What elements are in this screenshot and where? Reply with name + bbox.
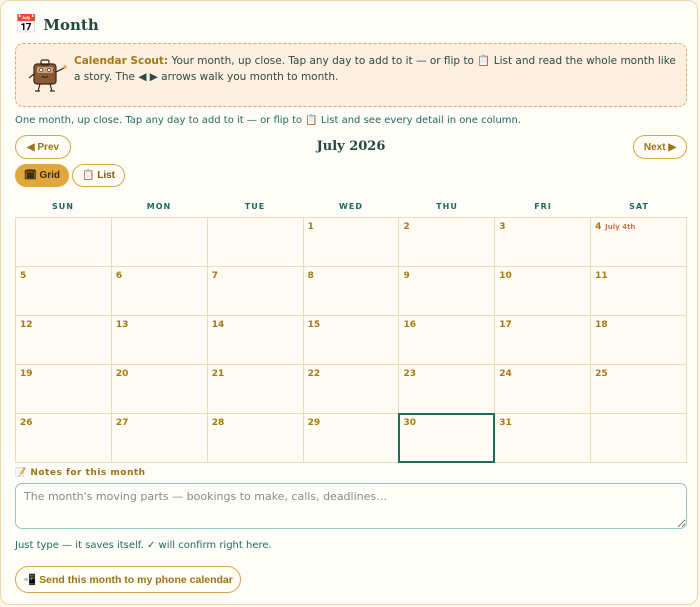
calendar-day-cell[interactable]: 30: [398, 413, 496, 463]
grid-view-button[interactable]: 🗓 Grid: [15, 164, 69, 187]
calendar-day-cell[interactable]: 26: [16, 414, 112, 463]
notes-hint: Just type — it saves itself. ✓ will conf…: [15, 540, 272, 551]
calendar-day-cell[interactable]: 22: [303, 365, 400, 414]
calendar-week-row: 19 20 21 22 23 24 25: [16, 365, 688, 414]
day-number: 23: [403, 369, 416, 379]
calendar-scout-tip: Calendar Scout: Your month, up close. Ta…: [15, 43, 687, 107]
day-number: 15: [307, 320, 321, 330]
calendar-day-cell[interactable]: 3: [495, 218, 592, 267]
day-of-week-label: THU: [436, 202, 458, 211]
page-title-text: Month: [43, 16, 99, 34]
day-number: 3: [499, 222, 506, 232]
month-panel: 📅 Month Calendar Scout: Your month, up c…: [0, 0, 698, 605]
day-number: 7: [211, 271, 218, 281]
day-number: 8: [307, 271, 314, 281]
calendar-day-cell[interactable]: 21: [207, 365, 304, 414]
day-number: 20: [115, 369, 129, 379]
next-month-button[interactable]: Next ▶: [633, 135, 687, 159]
day-of-week-label: WED: [339, 202, 363, 211]
calendar-day-cell[interactable]: 8: [303, 267, 400, 316]
list-view-button[interactable]: 📋 List: [72, 164, 125, 187]
day-number: 21: [211, 369, 225, 379]
day-number: 27: [115, 418, 129, 428]
day-of-week-label: FRI: [534, 202, 552, 211]
day-number: 19: [20, 369, 33, 379]
calendar-week-row: 26 27 28 29 30 31: [16, 413, 688, 463]
calendar-day-cell[interactable]: 7: [207, 267, 304, 316]
day-number: 4: [595, 222, 602, 232]
day-number: 30: [403, 418, 416, 428]
scout-message: Calendar Scout: Your month, up close. Ta…: [74, 53, 678, 85]
day-number: 10: [499, 271, 512, 281]
day-number: 24: [499, 369, 512, 379]
day-number: 13: [115, 320, 129, 330]
day-number: 11: [595, 271, 608, 281]
calendar-day-cell[interactable]: 15: [303, 316, 400, 365]
calendar-day-cell[interactable]: 10: [495, 267, 592, 316]
intro-text: One month, up close. Tap any day to add …: [15, 115, 522, 126]
day-event-label: July 4th: [605, 223, 636, 231]
day-of-week-label: MON: [146, 202, 172, 211]
calendar-day-cell[interactable]: 2: [399, 218, 496, 267]
calendar-day-cell[interactable]: 20: [111, 365, 208, 414]
calendar-day-cell[interactable]: 16: [399, 316, 496, 365]
page-title: 📅 Month: [15, 15, 99, 35]
calendar-day-cell[interactable]: 6: [111, 267, 208, 316]
calendar-day-cell[interactable]: 11: [591, 267, 688, 316]
calendar-day-cell[interactable]: 27: [111, 414, 208, 463]
day-number: 2: [403, 222, 410, 232]
calendar-week-row: 1 2 3 4 July 4th: [16, 218, 688, 267]
calendar-day-cell[interactable]: 25: [591, 365, 688, 414]
calendar-day-cell[interactable]: 5: [16, 267, 112, 316]
scout-name: Calendar Scout:: [74, 55, 169, 67]
suitcase-mascot-icon: [28, 59, 67, 92]
month-label: July 2026: [316, 139, 386, 154]
month-notes-input[interactable]: [15, 483, 687, 529]
calendar-day-cell[interactable]: 1: [303, 218, 400, 267]
day-number: 9: [403, 271, 410, 281]
calendar-empty-cell: [591, 414, 688, 463]
calendar-day-cell[interactable]: 13: [111, 316, 208, 365]
day-number: 6: [115, 271, 123, 281]
calendar-empty-cell: [111, 218, 208, 267]
day-number: 14: [211, 320, 225, 330]
calendar-icon: 📅: [15, 14, 38, 35]
day-number: 17: [499, 320, 512, 330]
calendar-day-cell[interactable]: 18: [591, 316, 688, 365]
calendar-day-cell[interactable]: 24: [495, 365, 592, 414]
notes-label: 📝 Notes for this month: [15, 468, 146, 478]
day-number: 25: [595, 369, 608, 379]
calendar-day-cell[interactable]: 4 July 4th: [591, 218, 688, 267]
day-of-week-header: SUN MON TUE WED THU FRI SAT: [15, 200, 687, 217]
day-of-week-label: SUN: [52, 202, 74, 211]
day-number: 22: [307, 369, 321, 379]
calendar-day-cell[interactable]: 28: [207, 414, 304, 463]
calendar-week-row: 5 6 7 8 9 10 11: [16, 267, 688, 316]
calendar-weeks: 1 2 3 4 July 4th 5 6 7 8 9 10 11 12 13 14 15 16 17 18 19 20 2…: [15, 217, 688, 463]
day-of-week-label: TUE: [244, 202, 266, 211]
calendar-empty-cell: [207, 218, 304, 267]
day-number: 28: [211, 418, 225, 428]
day-number: 29: [307, 418, 321, 428]
calendar-day-cell[interactable]: 17: [495, 316, 592, 365]
send-to-phone-button[interactable]: 📲 Send this month to my phone calendar: [15, 566, 241, 593]
day-of-week-label: SAT: [629, 202, 649, 211]
calendar-day-cell[interactable]: 9: [399, 267, 496, 316]
month-calendar-grid: SUN MON TUE WED THU FRI SAT 1 2 3 4 July 4th 5 6 7 8 9 1…: [15, 200, 688, 463]
day-number: 31: [499, 418, 512, 428]
calendar-day-cell[interactable]: 23: [399, 365, 496, 414]
calendar-empty-cell: [16, 218, 112, 267]
day-number: 1: [307, 222, 314, 232]
calendar-day-cell[interactable]: 12: [16, 316, 112, 365]
calendar-day-cell[interactable]: 31: [495, 414, 592, 463]
day-number: 12: [20, 320, 33, 330]
calendar-day-cell[interactable]: 14: [207, 316, 304, 365]
calendar-day-cell[interactable]: 19: [16, 365, 112, 414]
calendar-day-cell[interactable]: 29: [303, 414, 400, 463]
calendar-week-row: 12 13 14 15 16 17 18: [16, 316, 688, 365]
day-number: 26: [20, 418, 33, 428]
day-number: 18: [595, 320, 608, 330]
day-number: 16: [403, 320, 416, 330]
day-number: 5: [20, 271, 27, 281]
